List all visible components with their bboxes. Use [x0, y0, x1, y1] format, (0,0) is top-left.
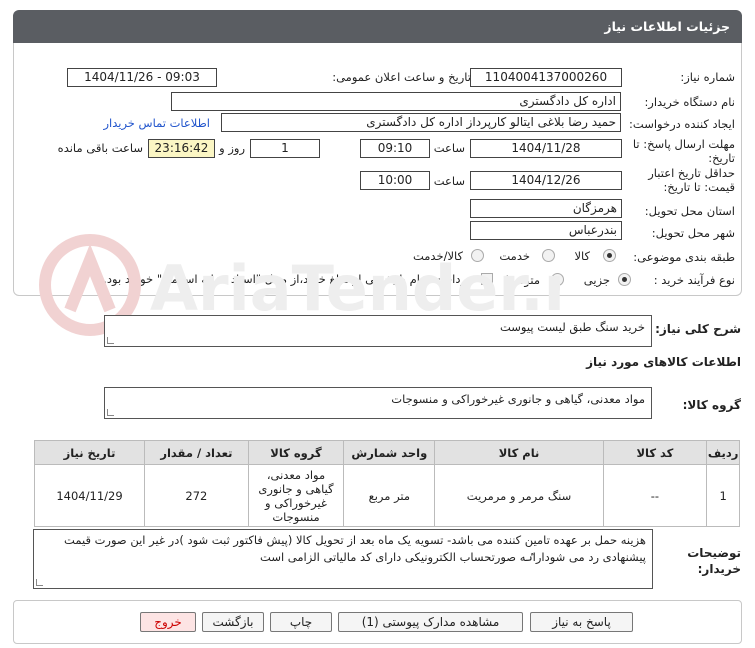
deadline-label-2: تاریخ:: [708, 151, 735, 165]
goods-group-text: مواد معدنی، گیاهی و جانوری غیرخوراکی و م…: [391, 392, 645, 406]
deadline-label-1: مهلت ارسال پاسخ: تا: [632, 137, 735, 151]
announce-label: تاریخ و ساعت اعلان عمومی:: [332, 70, 471, 84]
process-radio-medium[interactable]: [551, 273, 564, 286]
cell-date: 1404/11/29: [33, 464, 146, 527]
remaining-label: ساعت باقی مانده: [57, 141, 143, 155]
announce-field[interactable]: 1404/11/26 - 09:03: [67, 68, 217, 87]
goods-section-title: اطلاعات کالاهای مورد نیاز: [586, 355, 741, 369]
cell-quantity: 272: [144, 464, 249, 527]
buyer-notes-field[interactable]: هزینه حمل بر عهده تامین کننده می باشد- ت…: [33, 529, 653, 589]
province-field[interactable]: هرمزگان: [470, 199, 622, 218]
days-field[interactable]: 1: [250, 139, 320, 158]
city-label: شهر محل تحویل:: [651, 226, 735, 240]
province-label: استان محل تحویل:: [644, 204, 735, 218]
need-number-label: شماره نیاز:: [680, 70, 735, 84]
cell-code: --: [602, 464, 708, 527]
description-field[interactable]: خرید سنگ طبق لیست پیوست: [104, 315, 652, 347]
category-option-goods: کالا: [574, 249, 590, 263]
deadline-date-field[interactable]: 1404/11/28: [470, 139, 622, 158]
cell-row: 1: [706, 464, 740, 527]
treasury-payment-checkbox[interactable]: [481, 273, 493, 285]
need-number-field[interactable]: 1104004137000260: [470, 68, 622, 87]
buyer-org-label: نام دستگاه خریدار:: [644, 95, 735, 109]
category-radio-service[interactable]: [542, 249, 555, 262]
resize-handle-icon[interactable]: [107, 409, 114, 416]
col-group: گروه کالا: [247, 440, 345, 465]
validity-time-label: ساعت: [433, 174, 465, 188]
back-button[interactable]: بازگشت: [202, 612, 264, 632]
goods-group-label: گروه کالا:: [682, 398, 741, 412]
remaining-time-field: 23:16:42: [148, 139, 215, 158]
validity-label-1: حداقل تاریخ اعتبار: [648, 166, 735, 180]
category-option-goods-service: کالا/خدمت: [412, 249, 463, 263]
goods-table-header: ردیف کد کالا نام کالا واحد شمارش گروه کا…: [33, 440, 740, 465]
view-attachments-button[interactable]: مشاهده مدارک پیوستی (1): [338, 612, 523, 632]
treasury-payment-note: پرداخت تمام یا بخشی از مبلغ خرید،از محل …: [103, 272, 470, 286]
col-code: کد کالا: [602, 440, 708, 465]
process-label: نوع فرآیند خرید :: [653, 273, 735, 287]
city-field[interactable]: بندرعباس: [470, 221, 622, 240]
cell-unit: متر مربع: [343, 464, 436, 527]
reply-button[interactable]: پاسخ به نیاز: [530, 612, 633, 632]
goods-table: ردیف کد کالا نام کالا واحد شمارش گروه کا…: [33, 440, 740, 527]
description-text: خرید سنگ طبق لیست پیوست: [500, 320, 645, 334]
process-option-minor: جزیی: [583, 273, 610, 287]
requester-field[interactable]: حمید رضا بلاغی ایتالو کارپرداز اداره کل …: [221, 113, 621, 132]
resize-handle-icon[interactable]: [36, 579, 43, 586]
category-radio-goods[interactable]: [603, 249, 616, 262]
col-quantity: تعداد / مقدار: [144, 440, 249, 465]
validity-time-field[interactable]: 10:00: [360, 171, 430, 190]
buyer-notes-label-2: خریدار:: [697, 562, 741, 576]
col-date: تاریخ نیاز: [33, 440, 146, 465]
days-label: روز و: [219, 141, 245, 155]
process-option-medium: متوسط: [503, 273, 540, 287]
cell-name: سنگ مرمر و مرمریت: [434, 464, 604, 527]
validity-label-2: قیمت: تا تاریخ:: [663, 180, 735, 194]
col-row: ردیف: [706, 440, 740, 465]
deadline-time-field[interactable]: 09:10: [360, 139, 430, 158]
deadline-time-label: ساعت: [433, 141, 465, 155]
goods-group-field[interactable]: مواد معدنی، گیاهی و جانوری غیرخوراکی و م…: [104, 387, 652, 419]
category-label: طبقه بندی موضوعی:: [633, 250, 735, 264]
category-option-service: خدمت: [499, 249, 530, 263]
print-button[interactable]: چاپ: [270, 612, 332, 632]
resize-handle-icon[interactable]: [107, 337, 114, 344]
contact-buyer-link[interactable]: اطلاعات تماس خریدار: [103, 116, 210, 130]
process-radio-minor[interactable]: [618, 273, 631, 286]
page-title-bar: جزئیات اطلاعات نیاز: [13, 10, 742, 43]
page-title: جزئیات اطلاعات نیاز: [604, 19, 730, 34]
col-unit: واحد شمارش: [343, 440, 436, 465]
buyer-notes-text: هزینه حمل بر عهده تامین کننده می باشد- ت…: [64, 533, 646, 564]
requester-label: ایجاد کننده درخواست:: [629, 117, 735, 131]
buyer-org-field[interactable]: اداره کل دادگستری: [171, 92, 621, 111]
col-name: نام کالا: [434, 440, 604, 465]
table-row[interactable]: 1 -- سنگ مرمر و مرمریت متر مربع مواد معد…: [33, 464, 740, 527]
cell-group: مواد معدنی، گیاهی و جانوری غیرخوراکی و م…: [247, 464, 345, 527]
category-radio-goods-service[interactable]: [471, 249, 484, 262]
exit-button[interactable]: خروج: [140, 612, 196, 632]
validity-date-field[interactable]: 1404/12/26: [470, 171, 622, 190]
description-label: شرح کلی نیاز:: [655, 322, 741, 336]
buyer-notes-label-1: توضیحات: [687, 546, 741, 560]
